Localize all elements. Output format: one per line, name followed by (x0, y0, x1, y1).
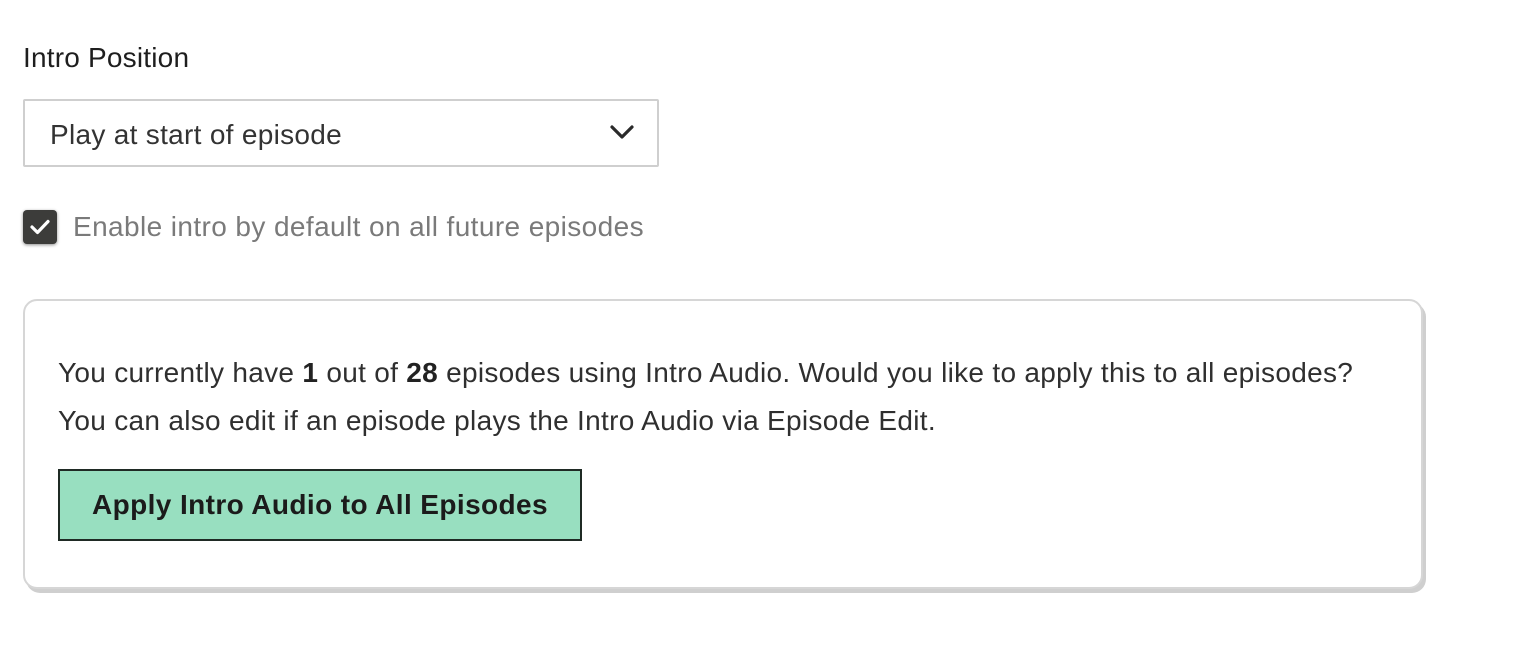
apply-intro-description: You currently have 1 out of 28 episodes … (58, 349, 1358, 445)
description-middle: out of (318, 357, 407, 388)
intro-position-select[interactable]: Play at start of episode (23, 99, 659, 167)
enable-intro-default-label: Enable intro by default on all future ep… (73, 211, 644, 242)
chevron-down-icon (610, 125, 634, 139)
checkmark-icon (30, 219, 50, 235)
episodes-using-count: 1 (302, 357, 319, 388)
description-prefix: You currently have (58, 357, 303, 388)
intro-position-selected-value: Play at start of episode (50, 119, 343, 150)
apply-intro-panel: You currently have 1 out of 28 episodes … (23, 299, 1423, 589)
total-episodes-count: 28 (406, 357, 439, 388)
enable-intro-default-row[interactable]: Enable intro by default on all future ep… (23, 208, 644, 246)
enable-intro-default-checkbox[interactable] (23, 210, 57, 244)
intro-position-label: Intro Position (23, 42, 190, 73)
apply-intro-all-button[interactable]: Apply Intro Audio to All Episodes (58, 469, 582, 541)
